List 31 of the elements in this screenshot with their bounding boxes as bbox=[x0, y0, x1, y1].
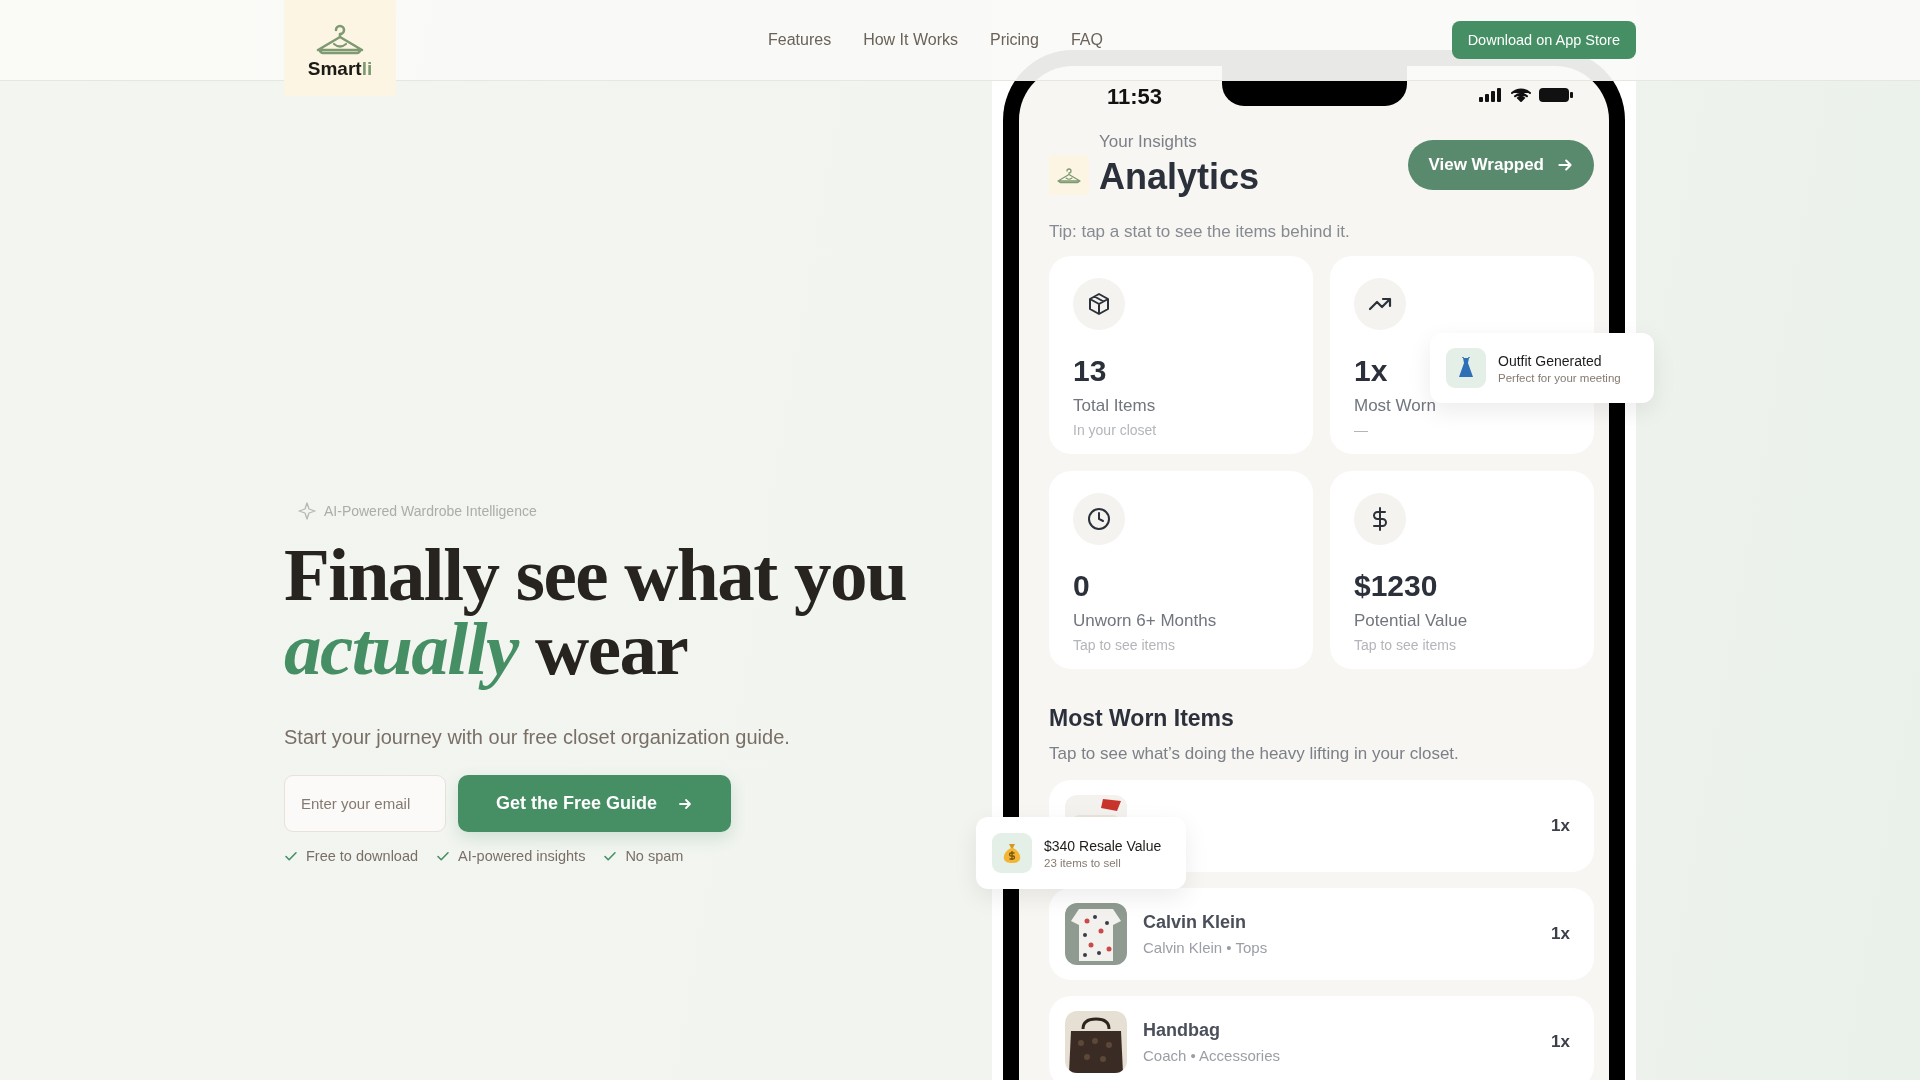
check-label: No spam bbox=[625, 848, 684, 864]
tip-text: Tip: tap a stat to see the items behind it. bbox=[1049, 222, 1351, 242]
item-meta: Calvin Klein • Tops bbox=[1143, 939, 1269, 956]
stat-value: 1x bbox=[1354, 354, 1388, 388]
status-time: 11:53 bbox=[1106, 83, 1164, 110]
subtitle: Start your journey with our free closet organization guide. bbox=[284, 726, 791, 749]
stat-caption: In your closet bbox=[1073, 422, 1157, 438]
badge-text: AI-Powered Wardrobe Intelligence bbox=[324, 503, 537, 519]
wear-count: 1x bbox=[1551, 816, 1570, 836]
stat-label: Total Items bbox=[1073, 396, 1156, 416]
stat-value: 13 bbox=[1073, 354, 1107, 388]
eyebrow-text: Your Insights bbox=[1099, 132, 1198, 152]
item-name: Handbag bbox=[1143, 1020, 1221, 1041]
logo-wordmark: Smartli bbox=[307, 58, 373, 80]
wear-count: 1x bbox=[1551, 924, 1570, 944]
wear-count: 1x bbox=[1551, 1032, 1570, 1052]
section-title: Most Worn Items bbox=[1049, 705, 1235, 732]
check-label: AI-powered insights bbox=[458, 848, 586, 864]
screen-title: Analytics bbox=[1099, 156, 1261, 198]
stat-label: Unworn 6+ Months bbox=[1073, 611, 1217, 631]
check-label: Free to download bbox=[306, 848, 419, 864]
section-subtitle: Tap to see what’s doing the heavy lifting in your closet. bbox=[1049, 744, 1460, 764]
item-name: Calvin Klein bbox=[1143, 912, 1248, 933]
stat-caption: Tap to see items bbox=[1354, 637, 1456, 653]
stat-value: $1230 bbox=[1354, 569, 1438, 603]
stat-caption: Tap to see items bbox=[1073, 637, 1175, 653]
stat-label: Most Worn bbox=[1354, 396, 1436, 416]
stat-value: 0 bbox=[1073, 569, 1090, 603]
stat-caption: — bbox=[1354, 422, 1368, 438]
stat-label: Potential Value bbox=[1354, 611, 1468, 631]
item-meta: Coach • Accessories bbox=[1143, 1047, 1281, 1064]
